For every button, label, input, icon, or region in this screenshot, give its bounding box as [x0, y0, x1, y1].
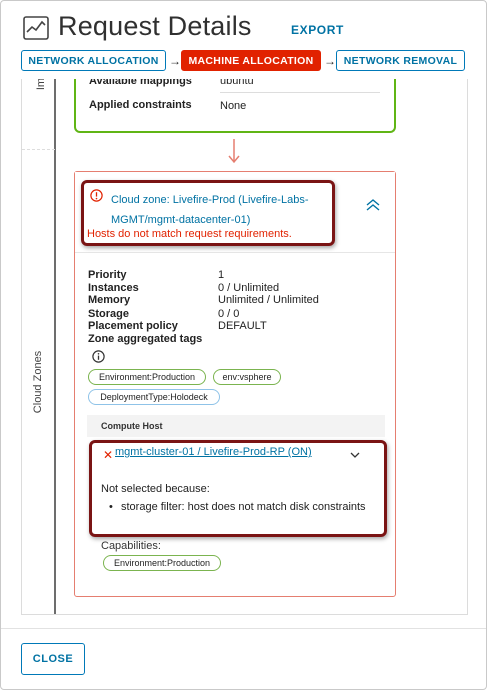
priority-label: Priority [88, 269, 127, 281]
memory-label: Memory [88, 294, 131, 306]
info-icon[interactable] [92, 350, 105, 363]
cloud-zone-card: Cloud zone: Livefire-Prod (Livefire-Labs… [74, 171, 396, 597]
cloud-zones-section-label: Cloud Zones [32, 350, 45, 414]
step-machine-allocation[interactable]: MACHINE ALLOCATION [181, 50, 321, 71]
zone-tags-label: Zone aggregated tags [88, 333, 203, 345]
capability-tag-environment-production: Environment:Production [103, 555, 221, 571]
capabilities-label: Capabilities: [101, 540, 161, 552]
instances-value: 0 / Unlimited [218, 282, 280, 294]
tag-deployment-type: DeploymentType:Holodeck [88, 389, 220, 405]
row-divider [220, 92, 380, 93]
tag-environment-production: Environment:Production [88, 369, 206, 385]
footer-divider [1, 628, 486, 629]
memory-value: Unlimited / Unlimited [218, 294, 319, 306]
priority-value: 1 [218, 269, 225, 281]
collapse-chevron-icon[interactable] [365, 198, 381, 212]
request-details-modal: Request Details EXPORT NETWORK ALLOCATIO… [0, 0, 487, 690]
image-mapping-card: Available mappings ubuntu Applied constr… [74, 79, 396, 133]
storage-value: 0 / 0 [218, 308, 240, 320]
allocation-details-panel[interactable]: Ima Cloud Zones Available mappings ubunt… [21, 79, 468, 615]
applied-constraints-label: Applied constraints [89, 99, 192, 111]
storage-label: Storage [88, 308, 129, 320]
annotation-highlight-box [81, 180, 335, 246]
page-title: Request Details [58, 11, 252, 41]
tag-env-vsphere: env:vsphere [213, 369, 281, 385]
close-button[interactable]: CLOSE [21, 643, 85, 675]
available-mappings-value: ubuntu [220, 79, 254, 87]
step-arrow-icon: → [324, 54, 336, 68]
section-separator [22, 149, 55, 151]
available-mappings-label: Available mappings [89, 79, 192, 87]
image-section-label: Ima [35, 79, 48, 91]
placement-policy-label: Placement policy [88, 320, 178, 332]
flow-down-arrow-icon [228, 139, 240, 164]
instances-label: Instances [88, 282, 139, 294]
step-network-removal[interactable]: NETWORK REMOVAL [336, 50, 465, 71]
step-network-allocation[interactable]: NETWORK ALLOCATION [21, 50, 166, 71]
compute-host-header: Compute Host [87, 415, 385, 437]
activity-chart-icon [23, 16, 49, 40]
export-button[interactable]: EXPORT [291, 23, 344, 37]
placement-policy-value: DEFAULT [218, 320, 267, 332]
section-divider [54, 79, 56, 614]
applied-constraints-value: None [220, 100, 247, 112]
step-arrow-icon: → [169, 54, 181, 68]
annotation-highlight-box [89, 440, 387, 537]
